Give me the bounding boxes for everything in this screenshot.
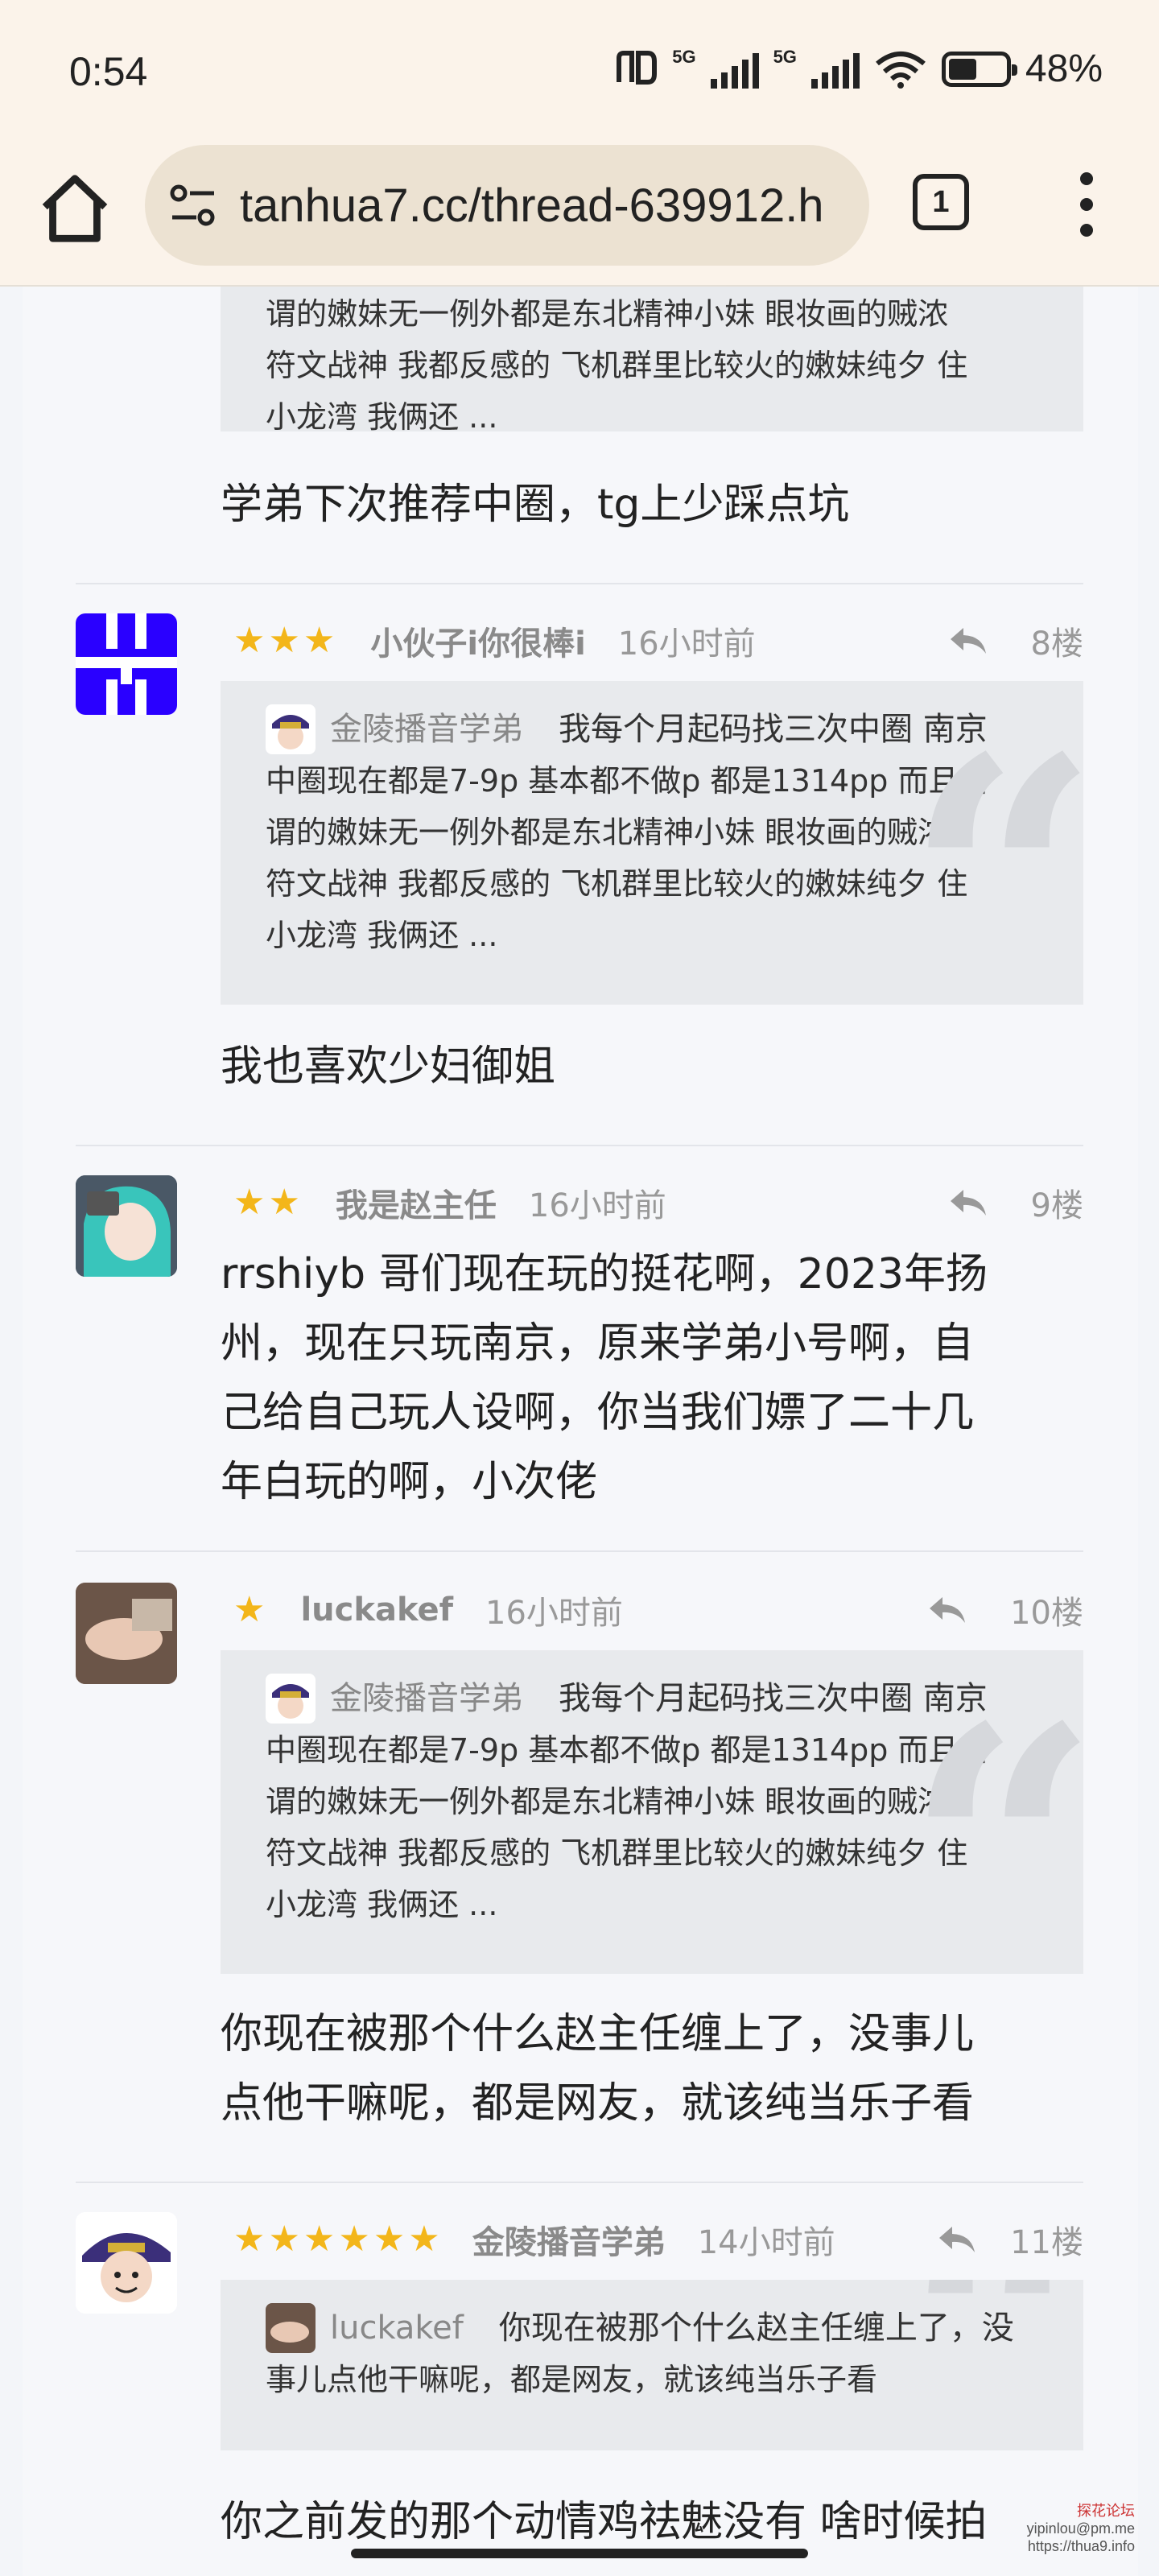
quote-avatar bbox=[266, 704, 316, 754]
avatar-cartoon-icon bbox=[76, 2212, 177, 2314]
divider bbox=[76, 1145, 1083, 1146]
quote-text: 符文战神 我都反感的 飞机群里比较火的嫩妹纯夕 住 bbox=[266, 348, 968, 383]
hd-voice-icon bbox=[617, 50, 658, 85]
username-link[interactable]: 金陵播音学弟 bbox=[472, 2216, 666, 2263]
status-time: 0:54 bbox=[69, 49, 148, 94]
battery-icon bbox=[941, 51, 1017, 87]
post-time: 14小时前 bbox=[697, 2224, 835, 2261]
gesture-bar[interactable] bbox=[351, 2549, 808, 2558]
divider bbox=[76, 583, 1083, 584]
post-body: rrshiyb 哥们现在玩的挺花啊，2023年扬 州，现在只玩南京，原来学弟小号… bbox=[221, 1240, 1090, 1517]
rating-stars: ★ bbox=[233, 1589, 266, 1630]
avatar-logo-icon bbox=[76, 613, 177, 715]
quote-username[interactable]: luckakef bbox=[330, 2302, 464, 2354]
post-meta: ★ ★ ★ 小伙子i你很棒i 16小时前 8楼 bbox=[233, 617, 1083, 665]
username-link[interactable]: 我是赵主任 bbox=[336, 1179, 497, 1226]
post-meta: ★ luckakef 16小时前 10楼 bbox=[233, 1586, 1083, 1634]
watermark-email: yipinlou@pm.me bbox=[1026, 2520, 1135, 2537]
avatar-photo-icon bbox=[76, 1583, 177, 1684]
post-body-line: 州，现在只玩南京，原来学弟小号啊，自 bbox=[221, 1319, 975, 1368]
divider bbox=[76, 1550, 1083, 1552]
quote-avatar bbox=[266, 2303, 316, 2353]
quote-block: 金陵播音学弟 我每个月起码找三次中圈 南京 中圈现在都是7-9p 基本都不做p … bbox=[221, 681, 1083, 1005]
reply-icon[interactable] bbox=[936, 2223, 978, 2256]
post-body-line: 点他干嘛呢，都是网友，就该纯当乐子看 bbox=[221, 2079, 975, 2128]
quote-mark-icon: “ bbox=[905, 2280, 1083, 2450]
status-icons: 5G 5G 48% bbox=[612, 47, 1103, 91]
battery-percent: 48% bbox=[1025, 47, 1103, 90]
post-body: 学弟下次推荐中圈，tg上少踩点坑 bbox=[221, 481, 850, 529]
post-time: 16小时前 bbox=[617, 625, 756, 663]
floor-number: 9楼 bbox=[1030, 1187, 1083, 1224]
network-type-2: 5G bbox=[773, 47, 797, 67]
rating-stars: ★ ★ bbox=[233, 1182, 300, 1223]
more-menu-icon[interactable] bbox=[1070, 172, 1103, 237]
thread-content: 谓的嫩妹无一例外都是东北精神小妹 眼妆画的贼浓 符文战神 我都反感的 飞机群里比… bbox=[0, 287, 1159, 2576]
quote-text: 谓的嫩妹无一例外都是东北精神小妹 眼妆画的贼浓 bbox=[266, 296, 949, 332]
quote-block: 金陵播音学弟 我每个月起码找三次中圈 南京 中圈现在都是7-9p 基本都不做p … bbox=[221, 1650, 1083, 1974]
url-bar[interactable]: tanhua7.cc/thread-639912.h bbox=[145, 145, 869, 266]
username-link[interactable]: luckakef bbox=[300, 1591, 453, 1629]
floor-number: 8楼 bbox=[1030, 625, 1083, 663]
status-bar: 0:54 5G 5G 48% bbox=[0, 0, 1159, 145]
network-type-1: 5G bbox=[672, 47, 696, 67]
avatar[interactable] bbox=[76, 2212, 177, 2314]
quote-avatar bbox=[266, 1674, 316, 1724]
post-body: 我也喜欢少妇御姐 bbox=[221, 1042, 556, 1091]
avatar[interactable] bbox=[76, 613, 177, 715]
avatar[interactable] bbox=[76, 1175, 177, 1277]
post-meta: ★ ★ ★ ★ ★ ★ 金陵播音学弟 14小时前 11楼 bbox=[233, 2215, 1083, 2264]
rating-stars: ★ ★ ★ ★ ★ ★ bbox=[233, 2219, 440, 2260]
post-body-line: 你现在被那个什么赵主任缠上了，没事儿 bbox=[221, 2010, 975, 2058]
post-body-line: rrshiyb 哥们现在玩的挺花啊，2023年扬 bbox=[221, 1250, 988, 1298]
browser-toolbar: tanhua7.cc/thread-639912.h 1 bbox=[0, 145, 1159, 287]
post-time: 16小时前 bbox=[485, 1595, 623, 1632]
watermark: 探花论坛 yipinlou@pm.me https://thua9.info bbox=[1027, 2502, 1135, 2555]
tab-switcher-button[interactable]: 1 bbox=[913, 174, 969, 230]
post-time: 16小时前 bbox=[528, 1187, 666, 1224]
username-link[interactable]: 小伙子i你很棒i bbox=[370, 617, 585, 664]
post-body: 你现在被那个什么赵主任缠上了，没事儿 点他干嘛呢，都是网友，就该纯当乐子看 bbox=[221, 2000, 1090, 2138]
quote-mark-icon: “ bbox=[905, 1654, 1083, 1975]
divider bbox=[76, 2182, 1083, 2183]
post-meta: ★ ★ 我是赵主任 16小时前 9楼 bbox=[233, 1179, 1083, 1227]
url-text: tanhua7.cc/thread-639912.h bbox=[240, 179, 824, 232]
watermark-title: 探花论坛 bbox=[1077, 2503, 1135, 2519]
signal-icon-2 bbox=[810, 50, 860, 89]
avatar[interactable] bbox=[76, 1583, 177, 1684]
quote-mark-icon: “ bbox=[905, 685, 1083, 1005]
reply-icon[interactable] bbox=[926, 1594, 968, 1626]
post-body-line: 年白玩的啊，小次佬 bbox=[221, 1458, 598, 1506]
quote-username[interactable]: 金陵播音学弟 bbox=[330, 1673, 523, 1724]
rating-stars: ★ ★ ★ bbox=[233, 620, 336, 661]
quote-block: luckakef 你现在被那个什么赵主任缠上了，没 事儿点他干嘛呢，都是网友，就… bbox=[221, 2280, 1083, 2450]
reply-icon[interactable] bbox=[947, 625, 989, 657]
site-settings-icon[interactable] bbox=[169, 184, 217, 227]
avatar-anime-icon bbox=[76, 1175, 177, 1277]
post-body: 你之前发的那个动情鸡祛魅没有 啥时候拍 bbox=[221, 2498, 988, 2546]
quote-block: 谓的嫩妹无一例外都是东北精神小妹 眼妆画的贼浓 符文战神 我都反感的 飞机群里比… bbox=[221, 287, 1083, 431]
home-icon[interactable] bbox=[35, 169, 114, 248]
floor-number: 10楼 bbox=[1010, 1595, 1083, 1632]
floor-number: 11楼 bbox=[1010, 2224, 1083, 2261]
quote-text: 小龙湾 我俩还 ... bbox=[266, 399, 498, 431]
reply-icon[interactable] bbox=[947, 1187, 989, 1219]
wifi-icon bbox=[876, 51, 926, 89]
watermark-url: https://thua9.info bbox=[1027, 2538, 1135, 2554]
signal-icon bbox=[710, 50, 759, 89]
post-body-line: 己给自己玩人设啊，你当我们嫖了二十几 bbox=[221, 1389, 975, 1437]
quote-username[interactable]: 金陵播音学弟 bbox=[330, 704, 523, 755]
